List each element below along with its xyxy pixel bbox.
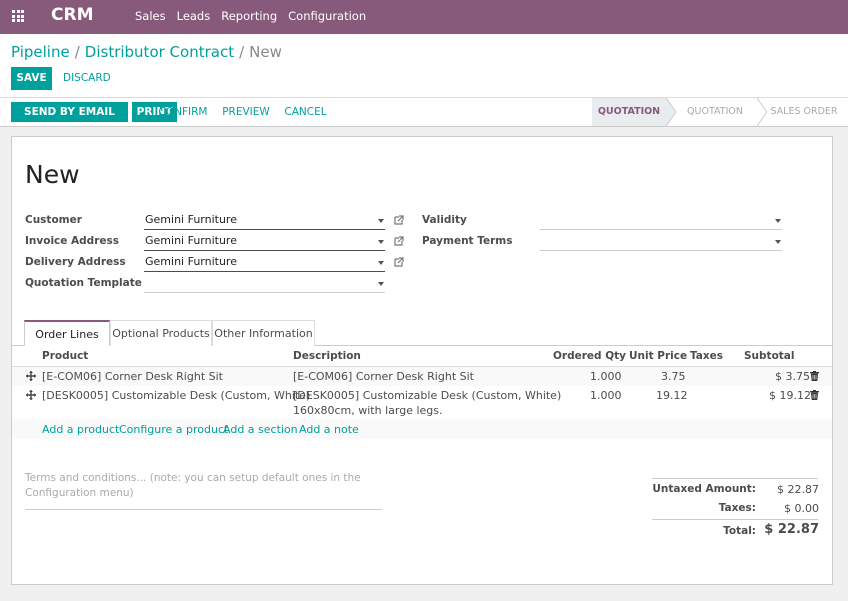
- stage-quotation[interactable]: QUOTATION: [592, 98, 666, 126]
- statusbar: SEND BY EMAIL PRINT CONFIRM PREVIEW CANC…: [0, 98, 848, 145]
- invoice-address-label: Invoice Address: [25, 235, 119, 247]
- invoice-address-field[interactable]: Gemini Furniture: [144, 234, 385, 251]
- dropdown-caret-icon[interactable]: [378, 261, 384, 265]
- menu-item-sales[interactable]: Sales: [135, 9, 166, 23]
- dropdown-caret-icon[interactable]: [378, 219, 384, 223]
- quotation-template-field[interactable]: [144, 276, 385, 293]
- terms-placeholder-line: Terms and conditions... (note: you can s…: [25, 472, 361, 484]
- menu-item-reporting[interactable]: Reporting: [221, 9, 277, 23]
- quotation-template-label: Quotation Template: [25, 277, 142, 289]
- confirm-button[interactable]: CONFIRM: [157, 102, 209, 122]
- breadcrumb-separator: /: [239, 43, 245, 61]
- scrollbar-track[interactable]: [842, 127, 848, 601]
- total-value: $ 22.87: [764, 522, 819, 537]
- drag-handle-icon[interactable]: [26, 390, 36, 400]
- add-section-link[interactable]: Add a section: [223, 423, 298, 436]
- app-name[interactable]: CRM: [51, 5, 93, 25]
- stage-quotation-sent[interactable]: QUOTATION SENT: [675, 98, 755, 145]
- terms-and-conditions-field[interactable]: Terms and conditions... (note: you can s…: [25, 471, 382, 510]
- breadcrumb-current: New: [249, 43, 282, 61]
- row-description[interactable]: [DESK0005] Customizable Desk (Custom, Wh…: [293, 389, 561, 402]
- validity-label: Validity: [422, 214, 467, 226]
- send-by-email-button[interactable]: SEND BY EMAIL: [11, 102, 128, 122]
- trash-icon[interactable]: [810, 371, 819, 381]
- main-menu: Sales Leads Reporting Configuration: [135, 9, 377, 23]
- tab-other-information[interactable]: Other Information: [212, 320, 315, 346]
- top-navbar: CRM Sales Leads Reporting Configuration: [0, 0, 848, 34]
- configure-product-link[interactable]: Configure a product: [119, 423, 228, 436]
- row-subtotal: $ 19.12: [769, 389, 811, 402]
- save-button[interactable]: SAVE: [11, 67, 52, 90]
- external-link-icon[interactable]: [394, 236, 404, 246]
- taxes-label: Taxes:: [718, 502, 756, 514]
- row-product[interactable]: [DESK0005] Customizable Desk (Custom, Wh…: [42, 389, 310, 402]
- external-link-icon[interactable]: [394, 257, 404, 267]
- customer-label: Customer: [25, 214, 82, 226]
- total-label: Total:: [723, 525, 756, 537]
- dropdown-caret-icon[interactable]: [378, 240, 384, 244]
- totals-divider: [652, 478, 818, 479]
- column-header-product[interactable]: Product: [42, 350, 88, 362]
- terms-placeholder-line: Configuration menu): [25, 487, 134, 499]
- delivery-address-field[interactable]: Gemini Furniture: [144, 255, 385, 272]
- add-product-link[interactable]: Add a product: [42, 423, 119, 436]
- dropdown-caret-icon[interactable]: [775, 219, 781, 223]
- control-panel: Pipeline / Distributor Contract / New SAVE D…: [0, 34, 848, 98]
- row-description-line2[interactable]: 160x80cm, with large legs.: [293, 404, 443, 417]
- notebook-tabs: Order Lines Optional Products Other Info…: [12, 320, 832, 346]
- column-header-ordered-qty[interactable]: Ordered Qty: [553, 350, 626, 362]
- discard-button[interactable]: DISCARD: [63, 72, 111, 84]
- column-header-unit-price[interactable]: Unit Price: [629, 350, 687, 362]
- row-unit-price[interactable]: 3.75: [661, 370, 686, 383]
- breadcrumb-separator: /: [74, 43, 80, 61]
- tab-order-lines[interactable]: Order Lines: [24, 320, 110, 346]
- trash-icon[interactable]: [810, 390, 819, 400]
- add-note-link[interactable]: Add a note: [299, 423, 359, 436]
- row-qty[interactable]: 1.000: [590, 389, 622, 402]
- tab-optional-products[interactable]: Optional Products: [110, 320, 212, 346]
- dropdown-caret-icon[interactable]: [775, 240, 781, 244]
- row-qty[interactable]: 1.000: [590, 370, 622, 383]
- row-unit-price[interactable]: 19.12: [656, 389, 688, 402]
- record-title: New: [25, 160, 80, 189]
- stage-arrow-icon: [757, 98, 767, 126]
- cancel-button[interactable]: CANCEL: [283, 102, 328, 122]
- customer-field[interactable]: Gemini Furniture: [144, 213, 385, 230]
- breadcrumb-opportunity[interactable]: Distributor Contract: [85, 43, 234, 61]
- apps-grid-icon[interactable]: [12, 10, 24, 22]
- payment-terms-label: Payment Terms: [422, 235, 513, 247]
- payment-terms-field[interactable]: [540, 234, 782, 251]
- external-link-icon[interactable]: [394, 215, 404, 225]
- row-subtotal: $ 3.75: [775, 370, 810, 383]
- menu-item-leads[interactable]: Leads: [177, 9, 211, 23]
- delivery-address-label: Delivery Address: [25, 256, 126, 268]
- untaxed-amount-label: Untaxed Amount:: [652, 483, 756, 495]
- dropdown-caret-icon[interactable]: [378, 282, 384, 286]
- row-product[interactable]: [E-COM06] Corner Desk Right Sit: [42, 370, 223, 383]
- breadcrumb-pipeline[interactable]: Pipeline: [11, 43, 70, 61]
- row-description[interactable]: [E-COM06] Corner Desk Right Sit: [293, 370, 474, 383]
- stage-sales-order[interactable]: SALES ORDER: [770, 98, 838, 126]
- validity-field[interactable]: [540, 213, 782, 230]
- breadcrumb: Pipeline / Distributor Contract / New: [11, 43, 282, 61]
- column-header-taxes[interactable]: Taxes: [690, 350, 723, 362]
- menu-item-configuration[interactable]: Configuration: [288, 9, 366, 23]
- preview-button[interactable]: PREVIEW: [221, 102, 271, 122]
- drag-handle-icon[interactable]: [26, 371, 36, 381]
- column-header-description[interactable]: Description: [293, 350, 361, 362]
- untaxed-amount-value: $ 22.87: [777, 483, 819, 496]
- taxes-value: $ 0.00: [784, 502, 819, 515]
- totals-divider: [652, 519, 818, 520]
- column-header-subtotal[interactable]: Subtotal: [744, 350, 795, 362]
